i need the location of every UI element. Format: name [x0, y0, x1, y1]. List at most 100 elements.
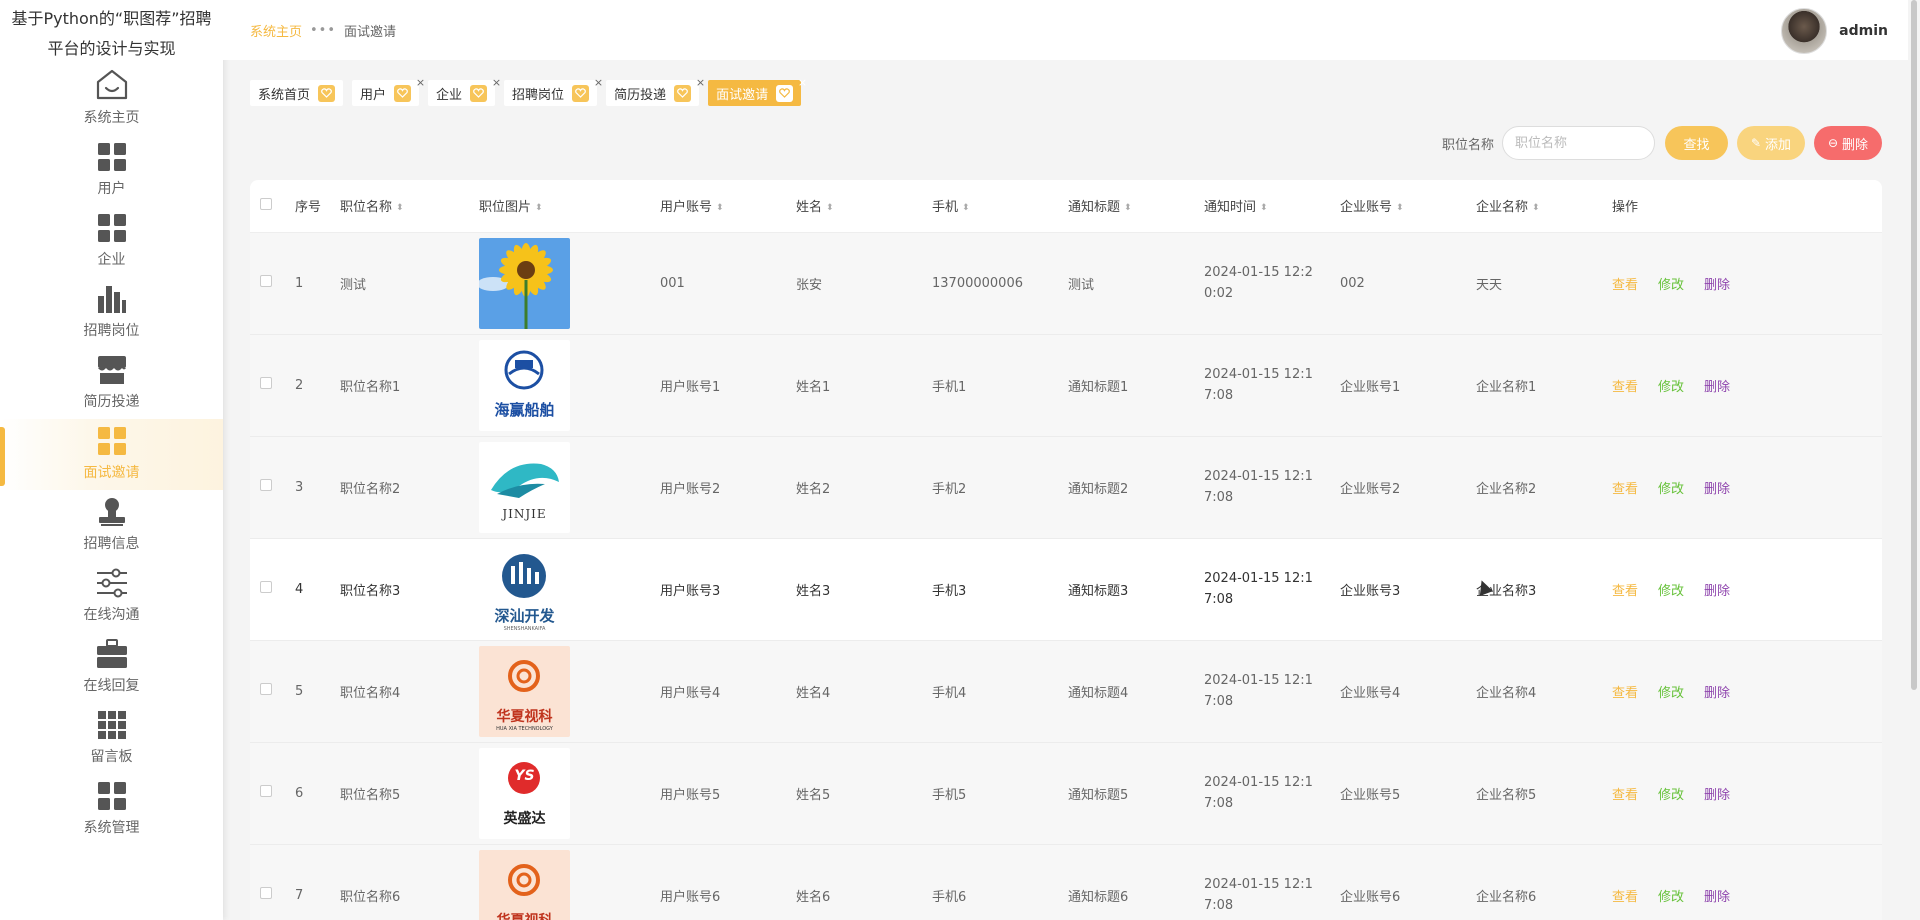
- sort-icon[interactable]: ⬍: [962, 203, 970, 213]
- edit-button[interactable]: 修改: [1658, 788, 1684, 803]
- close-icon[interactable]: ×: [416, 77, 425, 88]
- job-image[interactable]: [479, 237, 570, 329]
- view-button[interactable]: 查看: [1612, 584, 1638, 599]
- sort-icon[interactable]: ⬍: [1532, 203, 1540, 213]
- sidebar-item-0[interactable]: 系统主页: [0, 64, 223, 135]
- column-header-1[interactable]: 职位名称 ⬍: [340, 180, 479, 233]
- sidebar-item-8[interactable]: 在线回复: [0, 632, 223, 703]
- sidebar-item-10[interactable]: 系统管理: [0, 774, 223, 845]
- tab-2[interactable]: 企业 ×: [428, 77, 501, 106]
- sort-icon[interactable]: ⬍: [826, 203, 834, 213]
- job-image[interactable]: YS 英盛达: [479, 747, 570, 839]
- edit-button[interactable]: 修改: [1658, 890, 1684, 905]
- job-name: 职位名称1: [340, 379, 401, 395]
- column-header-2[interactable]: 职位图片 ⬍: [479, 180, 660, 233]
- sort-icon[interactable]: ⬍: [396, 203, 404, 213]
- job-image[interactable]: JINJIE: [479, 441, 570, 533]
- phone-cell: 手机4: [932, 640, 1068, 743]
- job-image[interactable]: 海赢船舶: [479, 339, 570, 431]
- sidebar-item-5[interactable]: 面试邀请: [0, 419, 223, 490]
- row-checkbox[interactable]: [260, 479, 272, 491]
- sort-icon[interactable]: ⬍: [535, 203, 543, 213]
- delete-row-button[interactable]: 删除: [1704, 584, 1730, 599]
- avatar[interactable]: [1781, 8, 1828, 54]
- column-header-4[interactable]: 姓名 ⬍: [796, 180, 932, 233]
- edit-button[interactable]: 修改: [1658, 686, 1684, 701]
- row-checkbox[interactable]: [260, 377, 272, 389]
- view-button[interactable]: 查看: [1612, 788, 1638, 803]
- sidebar-item-label: 用户: [97, 181, 126, 197]
- sort-icon[interactable]: ⬍: [1260, 203, 1268, 213]
- user-name[interactable]: admin: [1839, 23, 1888, 39]
- user-menu[interactable]: admin: [1781, 8, 1888, 54]
- edit-button[interactable]: 修改: [1658, 278, 1684, 293]
- row-checkbox[interactable]: [260, 581, 272, 593]
- column-header-3[interactable]: 用户账号 ⬍: [660, 180, 796, 233]
- tab-5[interactable]: 面试邀请 ×: [708, 77, 807, 106]
- sidebar-item-7[interactable]: 在线沟通: [0, 561, 223, 632]
- row-checkbox[interactable]: [260, 785, 272, 797]
- job-image[interactable]: 华夏视科HUA XIA TECHNOLOGY: [479, 645, 570, 737]
- delete-row-button[interactable]: 删除: [1704, 788, 1730, 803]
- sidebar-item-9[interactable]: 留言板: [0, 703, 223, 774]
- job-image[interactable]: 深汕开发 SHENSHANKAIFA: [479, 543, 570, 635]
- tab-3[interactable]: 招聘岗位 ×: [504, 77, 603, 106]
- delete-button[interactable]: ⊖ 删除: [1814, 126, 1882, 160]
- row-checkbox[interactable]: [260, 275, 272, 287]
- view-button[interactable]: 查看: [1612, 686, 1638, 701]
- sidebar-item-1[interactable]: 用户: [0, 135, 223, 206]
- tab-1[interactable]: 用户 ×: [352, 77, 425, 106]
- view-button[interactable]: 查看: [1612, 890, 1638, 905]
- search-input[interactable]: [1502, 126, 1655, 160]
- select-all-checkbox[interactable]: [260, 197, 272, 210]
- company-account-cell: 企业账号6: [1340, 844, 1476, 920]
- delete-row-button[interactable]: 删除: [1704, 890, 1730, 905]
- sidebar-item-3[interactable]: 招聘岗位: [0, 277, 223, 348]
- column-header-8[interactable]: 企业账号 ⬍: [1340, 180, 1476, 233]
- close-icon[interactable]: ×: [492, 77, 501, 88]
- edit-button[interactable]: 修改: [1658, 482, 1684, 497]
- job-name: 职位名称5: [340, 787, 401, 803]
- sort-icon[interactable]: ⬍: [1124, 203, 1132, 213]
- column-header-7[interactable]: 通知时间 ⬍: [1204, 180, 1340, 233]
- page-scrollbar[interactable]: [1908, 0, 1920, 920]
- sidebar-item-4[interactable]: 简历投递: [0, 348, 223, 419]
- close-icon[interactable]: ×: [798, 77, 807, 88]
- sidebar-item-6[interactable]: 招聘信息: [0, 490, 223, 561]
- close-icon[interactable]: ×: [696, 77, 705, 88]
- scrollbar-thumb[interactable]: [1911, 0, 1917, 690]
- tab-0[interactable]: 系统首页: [250, 80, 344, 106]
- company-account: 企业账号1: [1340, 379, 1401, 395]
- heart-icon: [394, 84, 412, 102]
- sort-icon[interactable]: ⬍: [1396, 203, 1404, 213]
- row-select-cell: [250, 436, 295, 539]
- view-button[interactable]: 查看: [1612, 278, 1638, 293]
- delete-row-button[interactable]: 删除: [1704, 380, 1730, 395]
- delete-row-button[interactable]: 删除: [1704, 278, 1730, 293]
- row-checkbox[interactable]: [260, 683, 272, 695]
- person-name-cell: 姓名4: [796, 640, 932, 743]
- sidebar-item-2[interactable]: 企业: [0, 206, 223, 277]
- breadcrumb: 系统主页 ••• 面试邀请: [250, 21, 396, 40]
- row-checkbox[interactable]: [260, 887, 272, 899]
- job-image[interactable]: 华夏视科HUA XIA TECHNOLOGY: [479, 849, 570, 920]
- breadcrumb-home[interactable]: 系统主页: [250, 21, 302, 40]
- column-header-6[interactable]: 通知标题 ⬍: [1068, 180, 1204, 233]
- view-button[interactable]: 查看: [1612, 482, 1638, 497]
- delete-row-button[interactable]: 删除: [1704, 686, 1730, 701]
- edit-button[interactable]: 修改: [1658, 584, 1684, 599]
- add-button[interactable]: ✎ 添加: [1737, 126, 1805, 160]
- column-header-9[interactable]: 企业名称 ⬍: [1476, 180, 1612, 233]
- view-button[interactable]: 查看: [1612, 380, 1638, 395]
- logo-subtext: SHENSHANKAIFA: [503, 626, 546, 632]
- logo-mark: YS: [514, 768, 535, 784]
- sidebar: 基于Python的“职图荐”招聘平台的设计与实现 系统主页 用户 企业 招聘岗位 简历投…: [0, 0, 223, 920]
- edit-button[interactable]: 修改: [1658, 380, 1684, 395]
- close-icon[interactable]: ×: [594, 77, 603, 88]
- column-header-10: 操作: [1612, 180, 1862, 233]
- find-button[interactable]: 查找: [1665, 126, 1728, 160]
- tab-4[interactable]: 简历投递 ×: [606, 77, 705, 106]
- column-header-5[interactable]: 手机 ⬍: [932, 180, 1068, 233]
- sort-icon[interactable]: ⬍: [716, 203, 724, 213]
- delete-row-button[interactable]: 删除: [1704, 482, 1730, 497]
